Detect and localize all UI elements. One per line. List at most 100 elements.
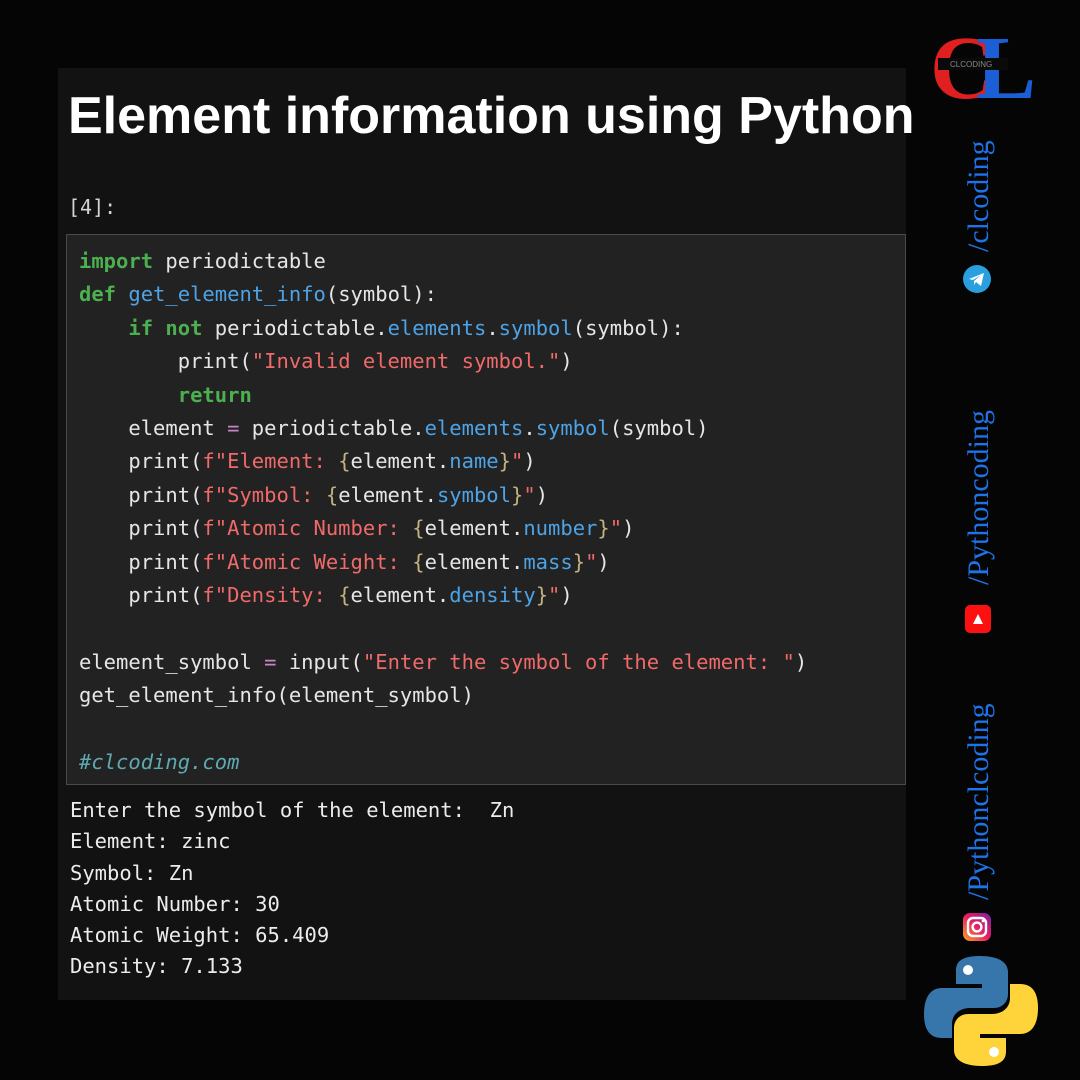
code-token: f"Atomic Number: — [202, 516, 413, 541]
code-token: { — [325, 482, 339, 507]
code-token: " — [523, 482, 536, 507]
code-token: " — [585, 549, 598, 574]
code-line[interactable]: if not periodictable.elements.symbol(sym… — [79, 312, 807, 345]
code-token: " — [548, 583, 561, 608]
code-cell[interactable]: import periodictable def get_element_info… — [66, 234, 906, 785]
code-token: #clcoding.com — [79, 750, 240, 775]
code-token: mass — [523, 549, 573, 574]
code-token: = — [264, 649, 277, 674]
code-token: element. — [350, 449, 450, 474]
code-token: return — [177, 382, 252, 407]
code-token: density — [449, 583, 536, 608]
code-token: element — [79, 416, 228, 441]
code-token: print( — [79, 516, 203, 541]
code-token: periodictable. — [239, 416, 425, 441]
code-token: " — [609, 516, 623, 541]
code-line[interactable]: import periodictable — [79, 245, 807, 278]
code-token: input( — [276, 649, 363, 674]
output-line: Density: 7.133 — [70, 954, 243, 979]
code-token: elements — [387, 315, 487, 340]
code-token: ) — [794, 649, 808, 674]
code-line[interactable]: print(f"Element: {element.name}") — [79, 445, 807, 478]
code-token: } — [511, 482, 524, 507]
code-token: print( — [79, 482, 203, 507]
code-token: element. — [350, 583, 450, 608]
code-token: ) — [523, 449, 536, 474]
code-line[interactable] — [79, 612, 807, 645]
telegram-icon[interactable] — [962, 264, 992, 294]
code-token: } — [535, 583, 549, 608]
code-token: } — [597, 516, 610, 541]
code-token: periodictable. — [202, 315, 388, 340]
code-token: (symbol): — [325, 282, 437, 307]
code-token: periodictable — [153, 249, 326, 273]
handle-telegram-label[interactable]: /clcoding — [962, 140, 996, 252]
code-token: (symbol): — [572, 315, 684, 340]
code-token: element. — [338, 482, 437, 507]
code-token: element_symbol — [79, 649, 265, 674]
code-editor[interactable]: import periodictable def get_element_info… — [79, 245, 807, 780]
instagram-icon[interactable] — [962, 912, 992, 942]
code-token: if — [128, 315, 154, 340]
code-token: { — [338, 449, 351, 474]
cell-output: Enter the symbol of the element: Zn Eleme… — [70, 795, 514, 983]
code-token: element. — [424, 516, 524, 541]
code-token: element. — [424, 549, 524, 574]
code-line[interactable]: element = periodictable.elements.symbol(… — [79, 412, 807, 445]
code-line[interactable] — [79, 713, 807, 746]
clcoding-logo: C L CLCODING — [930, 24, 1036, 102]
code-token: ) — [597, 549, 610, 574]
page-title: Element information using Python — [68, 87, 915, 145]
code-token: print( — [79, 549, 203, 574]
code-token: = — [227, 416, 240, 441]
output-line: Atomic Weight: 65.409 — [70, 923, 330, 948]
cell-prompt: [4]: — [68, 195, 117, 219]
youtube-icon[interactable] — [964, 603, 992, 635]
code-token: number — [523, 516, 598, 541]
code-line[interactable]: #clcoding.com — [79, 746, 807, 779]
output-line: Symbol: Zn — [70, 860, 194, 885]
handle-instagram-label[interactable]: /Pythonclcoding — [962, 703, 996, 900]
code-token: ) — [535, 482, 549, 507]
code-token: print( — [79, 449, 203, 474]
output-line: Atomic Number: 30 — [70, 891, 280, 916]
code-token: . — [523, 416, 536, 441]
code-line[interactable]: get_element_info(element_symbol) — [79, 679, 807, 712]
code-token: "Enter the symbol of the element: " — [362, 649, 795, 674]
code-token: symbol — [498, 315, 573, 340]
code-token: " — [511, 449, 524, 474]
code-line[interactable]: print(f"Atomic Number: {element.number}"… — [79, 512, 807, 545]
code-token: ) — [560, 583, 573, 608]
code-line[interactable]: return — [79, 379, 807, 412]
code-line[interactable]: def get_element_info(symbol): — [79, 278, 807, 311]
code-token: "Invalid element symbol." — [251, 349, 561, 374]
code-line[interactable]: element_symbol = input("Enter the symbol… — [79, 646, 807, 679]
handle-youtube-label[interactable]: /Pythoncoding — [962, 410, 996, 585]
code-token: { — [338, 583, 351, 608]
code-token: } — [498, 449, 511, 474]
code-line[interactable]: print("Invalid element symbol.") — [79, 345, 807, 378]
code-line[interactable]: print(f"Symbol: {element.symbol}") — [79, 479, 807, 512]
code-token: f"Element: — [202, 449, 339, 474]
code-token: symbol — [436, 482, 511, 507]
code-token: f"Symbol: — [202, 482, 326, 507]
code-token: { — [412, 516, 425, 541]
code-line[interactable]: print(f"Density: {element.density}") — [79, 579, 807, 612]
code-token: def — [79, 282, 117, 307]
python-logo-icon — [924, 956, 1038, 1066]
code-token: get_element_info(element_symbol) — [79, 683, 474, 708]
code-token: print( — [79, 583, 203, 608]
code-token: elements — [424, 416, 524, 441]
code-token: import — [79, 249, 154, 273]
code-token: (symbol) — [609, 416, 709, 441]
code-token: print( — [79, 349, 252, 374]
output-line: Enter the symbol of the element: Zn — [70, 798, 515, 822]
code-line[interactable]: print(f"Atomic Weight: {element.mass}") — [79, 546, 807, 579]
code-token: { — [412, 549, 425, 574]
code-token: ) — [622, 516, 635, 541]
output-line: Element: zinc — [70, 829, 231, 854]
